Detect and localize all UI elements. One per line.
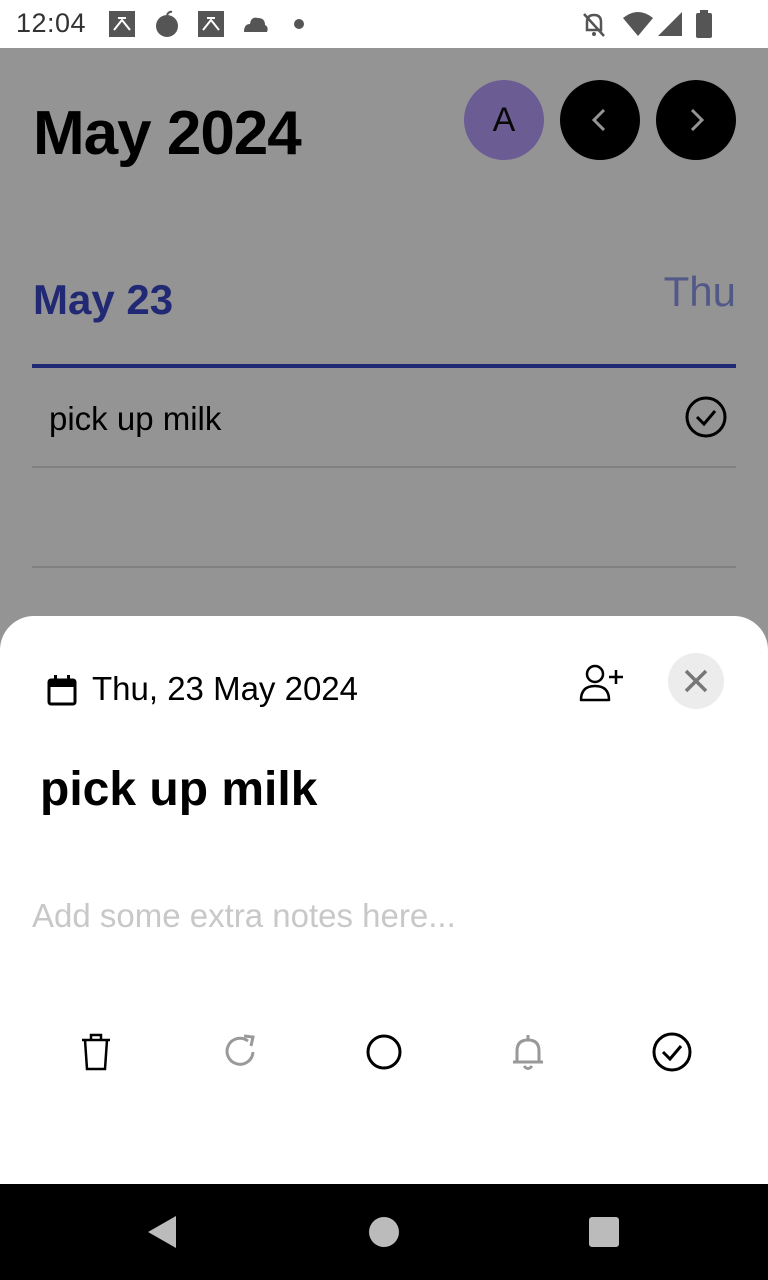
notifications-off-icon xyxy=(583,13,605,37)
repeat-button[interactable] xyxy=(216,1028,264,1076)
notes-input[interactable] xyxy=(32,892,732,940)
status-bar: 12:04 xyxy=(0,0,768,48)
recents-icon[interactable] xyxy=(588,1216,620,1248)
task-date[interactable]: Thu, 23 May 2024 xyxy=(92,670,358,708)
status-time: 12:04 xyxy=(16,8,87,38)
reminder-button[interactable] xyxy=(504,1028,552,1076)
wifi-icon xyxy=(623,12,653,36)
close-icon xyxy=(684,669,708,693)
bell-icon xyxy=(513,1035,543,1070)
circle-icon xyxy=(366,1034,402,1070)
check-circle-icon xyxy=(652,1032,692,1072)
home-icon[interactable] xyxy=(368,1216,400,1248)
status-button[interactable] xyxy=(360,1028,408,1076)
battery-icon xyxy=(696,10,712,38)
complete-button[interactable] xyxy=(648,1028,696,1076)
repeat-icon xyxy=(225,1034,255,1066)
task-title[interactable]: pick up milk xyxy=(40,762,317,817)
delete-button[interactable] xyxy=(72,1028,120,1076)
apple-icon xyxy=(156,10,178,37)
dot-icon xyxy=(294,19,304,29)
signal-icon xyxy=(658,12,682,36)
back-icon[interactable] xyxy=(144,1214,180,1250)
trash-icon xyxy=(82,1033,110,1071)
app-icon-1 xyxy=(109,11,135,37)
navigation-bar xyxy=(0,1184,768,1280)
cloud-icon xyxy=(244,17,268,32)
task-detail-sheet: Thu, 23 May 2024 pick up milk xyxy=(0,616,768,1184)
add-person-icon[interactable] xyxy=(578,662,626,702)
app-icon-2 xyxy=(198,11,224,37)
close-button[interactable] xyxy=(668,653,724,709)
calendar-icon xyxy=(47,675,77,706)
